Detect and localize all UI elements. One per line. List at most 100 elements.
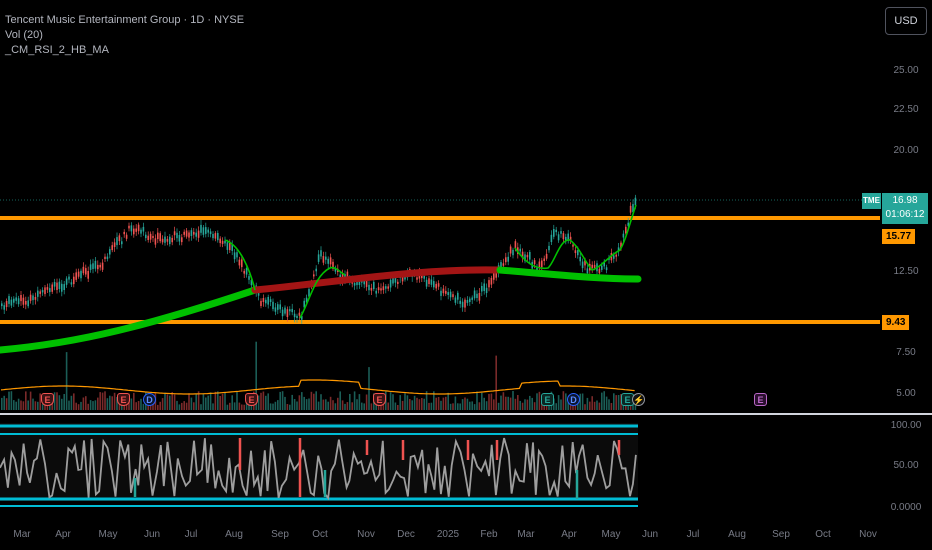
- volume-bar: [401, 400, 404, 410]
- volume-bar: [327, 401, 329, 410]
- volume-bar: [389, 392, 392, 410]
- volume-bar: [598, 402, 601, 410]
- volume-bar: [260, 392, 262, 410]
- volume-bar: [351, 402, 353, 410]
- x-tick: Jun: [143, 529, 161, 540]
- x-tick: Mar: [517, 529, 535, 540]
- volume-bar: [178, 404, 181, 410]
- y-tick: 5.00: [896, 388, 916, 399]
- dividend-event-icon[interactable]: D: [143, 393, 156, 406]
- volume-bar: [73, 393, 75, 410]
- volume-bar: [274, 401, 277, 410]
- currency-button[interactable]: USD: [885, 7, 927, 35]
- volume-bar: [449, 403, 452, 410]
- volume-bar: [538, 391, 541, 410]
- volume-bar: [461, 399, 464, 410]
- volume-bar: [536, 393, 538, 410]
- x-tick: Jul: [686, 529, 700, 540]
- volume-bar: [329, 396, 332, 410]
- volume-bar: [281, 391, 284, 410]
- volume-bar: [101, 392, 104, 410]
- volume-bar: [1, 397, 3, 410]
- rsi-tick: 0.0000: [890, 502, 922, 513]
- split-event-icon[interactable]: ⚡: [632, 393, 645, 406]
- volume-bar: [322, 399, 325, 410]
- x-tick: Sep: [772, 529, 790, 540]
- volume-bar: [428, 402, 430, 410]
- symbol-title[interactable]: Tencent Music Entertainment Group · 1D ·…: [5, 13, 244, 28]
- volume-bar: [226, 404, 229, 410]
- volume-bar: [293, 399, 296, 410]
- volume-bar: [61, 398, 63, 410]
- volume-bar: [296, 401, 298, 410]
- volume-bar: [365, 394, 368, 410]
- volume-bar: [8, 391, 10, 410]
- volume-bar: [238, 402, 241, 410]
- volume-bar: [608, 399, 610, 410]
- volume-bar: [289, 404, 291, 410]
- volume-indicator-label[interactable]: Vol (20): [5, 28, 244, 43]
- volume-bar: [164, 392, 166, 410]
- volume-bar: [459, 403, 461, 410]
- volume-bar: [15, 401, 17, 410]
- volume-bar: [113, 392, 116, 410]
- upcoming-earnings-icon[interactable]: E: [754, 393, 767, 406]
- volume-bar: [500, 395, 502, 410]
- volume-bar: [423, 398, 425, 410]
- volume-bar: [286, 404, 289, 410]
- volume-bar: [447, 392, 449, 410]
- volume-bar: [236, 392, 238, 410]
- volume-bar: [397, 405, 399, 410]
- volume-bar: [133, 392, 135, 410]
- volume-bar: [89, 400, 92, 410]
- volume-bar: [34, 401, 37, 410]
- volume-bar: [509, 397, 512, 410]
- earnings-event-icon[interactable]: E: [373, 393, 386, 406]
- y-tick: 7.50: [896, 347, 916, 358]
- volume-bar: [87, 403, 89, 410]
- volume-bar: [200, 404, 202, 410]
- volume-bar: [173, 394, 176, 410]
- volume-bar: [183, 401, 185, 410]
- volume-bar: [490, 393, 493, 410]
- volume-bar: [140, 398, 142, 410]
- volume-bar: [195, 394, 197, 410]
- volume-bar: [473, 404, 476, 410]
- volume-bar: [526, 399, 529, 410]
- earnings-event-icon[interactable]: E: [541, 393, 554, 406]
- upper-level-badge: 15.77: [882, 229, 916, 244]
- volume-bar: [421, 398, 423, 410]
- volume-bar: [267, 393, 269, 410]
- volume-bar: [565, 393, 567, 410]
- volume-bar: [92, 401, 94, 410]
- volume-bar: [243, 404, 245, 410]
- dividend-event-icon[interactable]: D: [567, 393, 580, 406]
- volume-bar: [32, 398, 34, 410]
- volume-bar: [505, 396, 507, 410]
- volume-bar: [188, 393, 190, 410]
- volume-bar: [339, 391, 341, 410]
- volume-bar: [497, 402, 500, 410]
- volume-bar: [334, 403, 337, 410]
- volume-bar: [435, 397, 437, 410]
- volume-bar: [457, 403, 459, 410]
- rsi-indicator-label[interactable]: _CM_RSI_2_HB_MA: [5, 43, 244, 58]
- volume-bar: [214, 391, 217, 410]
- volume-bar: [284, 396, 286, 410]
- price-chart[interactable]: [0, 0, 932, 550]
- volume-bar: [413, 395, 416, 410]
- volume-bar: [106, 398, 109, 410]
- volume-bar: [464, 397, 466, 410]
- volume-bar: [476, 391, 478, 410]
- volume-bar: [349, 394, 351, 410]
- volume-bar: [387, 402, 389, 410]
- volume-bar: [94, 400, 97, 410]
- volume-bar: [529, 395, 531, 410]
- volume-bar: [610, 403, 613, 410]
- earnings-event-icon[interactable]: E: [117, 393, 130, 406]
- earnings-event-icon[interactable]: E: [41, 393, 54, 406]
- volume-bar: [562, 391, 565, 410]
- volume-bar: [231, 395, 233, 410]
- pane-divider[interactable]: [0, 413, 932, 415]
- earnings-event-icon[interactable]: E: [245, 393, 258, 406]
